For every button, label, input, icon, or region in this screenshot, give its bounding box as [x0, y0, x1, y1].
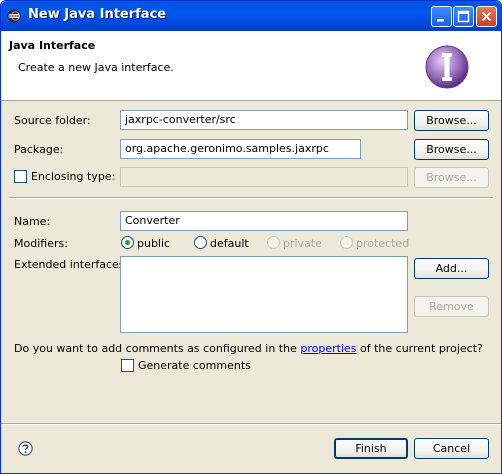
- radio-selected-dot: [125, 240, 130, 245]
- dialog-window: New Java Interface Java Interface Create…: [0, 0, 502, 474]
- package-label: Package:: [14, 143, 64, 156]
- modifier-default-label: default: [210, 237, 249, 250]
- maximize-button[interactable]: [453, 6, 474, 27]
- help-icon[interactable]: [18, 441, 33, 456]
- comments-question: Do you want to add comments as configure…: [14, 342, 483, 355]
- modifiers-label: Modifiers:: [14, 237, 68, 250]
- cancel-button[interactable]: Cancel: [414, 438, 489, 459]
- remove-interface-button[interactable]: Remove: [414, 296, 489, 317]
- package-input[interactable]: org.apache.geronimo.samples.jaxrpc: [120, 139, 361, 159]
- comments-question-end: of the current project?: [356, 342, 483, 355]
- generate-comments-checkbox[interactable]: [121, 359, 134, 372]
- properties-link[interactable]: properties: [300, 342, 356, 355]
- modifier-public-radio[interactable]: [121, 236, 134, 249]
- modifier-private-label: private: [283, 237, 322, 250]
- enclosing-type-checkbox[interactable]: [14, 170, 27, 183]
- minimize-button[interactable]: [431, 6, 452, 27]
- minimize-icon: [437, 19, 444, 22]
- separator: [9, 197, 493, 199]
- close-icon: [481, 11, 492, 22]
- name-label: Name:: [14, 215, 51, 228]
- title-bar[interactable]: New Java Interface: [1, 1, 501, 31]
- enclosing-type-label: Enclosing type:: [31, 170, 116, 183]
- modifier-protected-radio[interactable]: [340, 236, 353, 249]
- add-interface-button[interactable]: Add...: [414, 258, 489, 279]
- extended-interfaces-list[interactable]: [120, 256, 408, 333]
- generate-comments-label: Generate comments: [138, 359, 251, 372]
- modifier-private-radio[interactable]: [267, 236, 280, 249]
- source-folder-browse-button[interactable]: Browse...: [414, 110, 489, 131]
- wizard-header: Java Interface Create a new Java interfa…: [1, 31, 501, 101]
- extended-interfaces-label: Extended interfaces:: [14, 258, 129, 271]
- window-title: New Java Interface: [28, 7, 167, 22]
- page-title: Java Interface: [9, 39, 96, 52]
- maximize-icon: [457, 10, 470, 23]
- page-description: Create a new Java interface.: [18, 61, 174, 74]
- enclosing-type-input[interactable]: [120, 167, 408, 187]
- footer-separator: [1, 423, 501, 425]
- interface-wizard-icon: [423, 41, 471, 93]
- package-browse-button[interactable]: Browse...: [414, 139, 489, 160]
- modifier-public-label: public: [137, 237, 171, 250]
- comments-question-start: Do you want to add comments as configure…: [14, 342, 301, 355]
- source-folder-input[interactable]: jaxrpc-converter/src: [120, 110, 408, 130]
- close-window-button[interactable]: [476, 6, 497, 27]
- eclipse-icon: [7, 9, 21, 23]
- source-folder-label: Source folder:: [14, 114, 91, 127]
- finish-button[interactable]: Finish: [334, 438, 408, 459]
- modifier-protected-label: protected: [356, 237, 410, 250]
- enclosing-type-browse-button[interactable]: Browse...: [414, 167, 489, 188]
- name-input[interactable]: Converter: [120, 211, 408, 231]
- modifier-default-radio[interactable]: [194, 236, 207, 249]
